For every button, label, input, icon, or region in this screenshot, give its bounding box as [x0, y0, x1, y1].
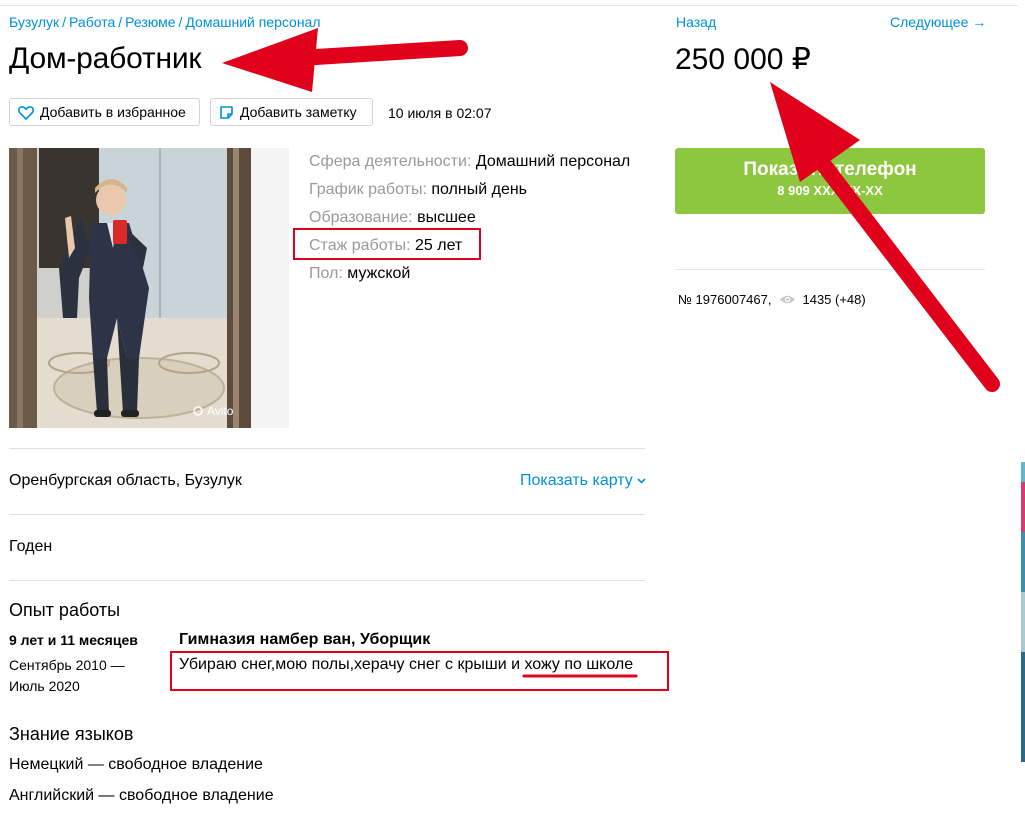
annotation-overlay: [222, 28, 1000, 678]
arrow-to-price: [770, 82, 1000, 392]
arrow-to-title: [222, 28, 468, 92]
